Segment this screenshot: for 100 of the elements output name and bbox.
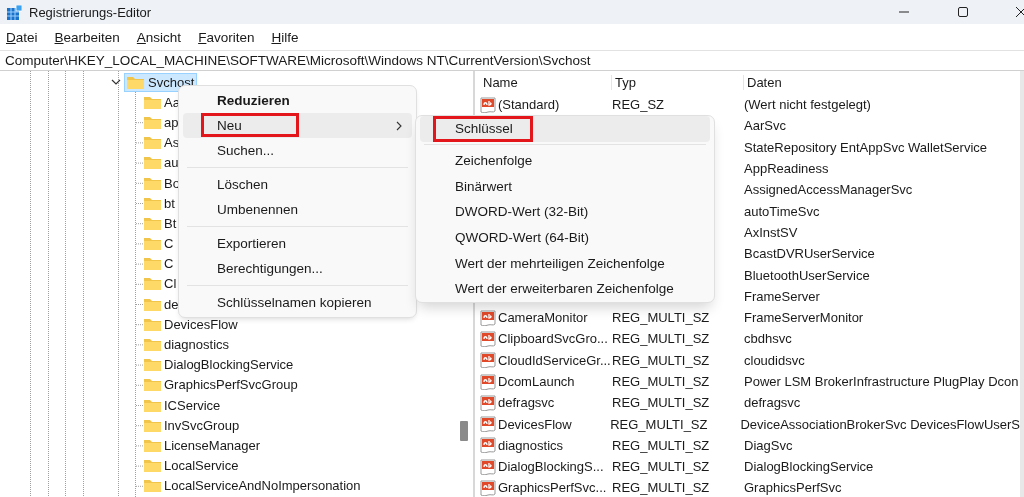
maximize-icon[interactable] [957, 6, 969, 18]
string-value-icon [480, 330, 496, 347]
menu-item[interactable]: Berechtigungen... [183, 256, 412, 281]
menu-item[interactable]: Favoriten [198, 29, 255, 45]
folder-icon [144, 479, 161, 493]
value-type: REG_MULTI_SZ [610, 416, 708, 432]
folder-icon [144, 95, 161, 109]
menu-item[interactable]: Schlüssel [420, 116, 710, 142]
tree-item[interactable]: DevicesFlow [164, 316, 238, 332]
string-value-icon [480, 416, 496, 433]
tree-item[interactable]: C [164, 256, 174, 272]
folder-icon [144, 196, 161, 210]
value-name[interactable]: GraphicsPerfSvc... [498, 480, 607, 496]
tree-item[interactable]: diagnostics [164, 337, 230, 353]
value-data: DialogBlockingService [744, 459, 874, 475]
tree-item[interactable]: LocalServiceAndNoImpersonation [164, 478, 361, 494]
value-data: AarSvc [744, 118, 786, 134]
menu-item[interactable]: Bearbeiten [54, 29, 120, 45]
folder-icon [144, 459, 161, 473]
folder-icon [144, 358, 161, 372]
folder-icon [144, 115, 161, 129]
folder-icon [144, 176, 161, 190]
menu-item[interactable]: Wert der mehrteiligen Zeichenfolge [420, 250, 710, 277]
string-value-icon [480, 437, 496, 454]
value-data: BluetoothUserService [744, 267, 870, 283]
menu-item[interactable]: Exportieren [183, 231, 412, 256]
value-type: REG_MULTI_SZ [612, 374, 710, 389]
value-data: cbdhsvc [744, 331, 792, 347]
scrollbar-thumb[interactable] [460, 421, 468, 441]
folder-icon [127, 75, 144, 89]
value-name[interactable]: CameraMonitor [498, 310, 588, 326]
value-name[interactable]: (Standard) [498, 97, 560, 113]
close-icon[interactable] [1015, 6, 1024, 18]
value-data: GraphicsPerfSvc [744, 480, 842, 496]
menu-item[interactable]: Schlüsselnamen kopieren [183, 290, 412, 315]
value-name[interactable]: CloudIdServiceGr... [498, 352, 611, 368]
column-header[interactable]: Daten [744, 75, 1020, 90]
value-data: StateRepository EntAppSvc WalletService [744, 139, 987, 155]
tree-item[interactable]: Cl [164, 276, 177, 292]
value-data: AxInstSV [744, 224, 798, 240]
folder-icon [144, 418, 161, 432]
value-data: defragsvc [744, 395, 801, 411]
value-name[interactable]: defragsvc [498, 395, 555, 411]
value-data: (Wert nicht festgelegt) [744, 97, 871, 113]
folder-icon [144, 338, 161, 352]
string-value-icon [480, 458, 496, 475]
registry-app-icon [7, 4, 22, 20]
string-value-icon [480, 394, 496, 411]
folder-icon [144, 136, 161, 150]
chevron-right-icon [396, 121, 402, 131]
value-name[interactable]: DialogBlockingS... [498, 459, 604, 475]
address-field[interactable]: Computer\HKEY_LOCAL_MACHINE\SOFTWARE\Microsoft\Windows NT\CurrentVersion\Svchost [0, 50, 1024, 71]
tree-item[interactable]: InvSvcGroup [164, 417, 240, 433]
value-type: REG_MULTI_SZ [612, 331, 710, 347]
value-type: REG_SZ [612, 97, 664, 113]
value-type: REG_MULTI_SZ [612, 310, 710, 326]
column-header[interactable]: Name [480, 75, 612, 90]
tree-item[interactable]: DialogBlockingService [164, 357, 294, 373]
folder-icon [144, 277, 161, 291]
tree-item[interactable]: ap [164, 114, 179, 130]
folder-icon [144, 237, 161, 251]
value-data: DeviceAssociationBrokerSvc DevicesFlowUserS [740, 416, 1020, 432]
menu-item[interactable]: Zeichenfolge [420, 147, 710, 174]
value-name[interactable]: DevicesFlow [498, 416, 572, 432]
tree-item[interactable]: LocalService [164, 458, 239, 474]
value-data: autoTimeSvc [744, 203, 820, 219]
value-data: FrameServer [744, 288, 820, 304]
tree-item[interactable]: As [164, 135, 180, 151]
value-name[interactable]: DcomLaunch [498, 374, 575, 389]
menu-item[interactable]: Wert der erweiterbaren Zeichenfolge [420, 276, 710, 302]
tree-item[interactable]: LicenseManager [164, 437, 261, 453]
menu-item[interactable]: Datei [6, 29, 38, 45]
tree-item[interactable]: ICService [164, 397, 221, 413]
tree-item[interactable]: au [164, 155, 179, 171]
value-data: BcastDVRUserService [744, 246, 875, 262]
string-value-icon [480, 309, 496, 326]
value-name[interactable]: diagnostics [498, 437, 564, 453]
menu-item[interactable]: QWORD-Wert (64-Bit) [420, 224, 710, 251]
menu-item[interactable]: Hilfe [271, 29, 299, 45]
menu-item[interactable]: Neu [183, 113, 412, 138]
menu-item[interactable]: Binärwert [420, 173, 710, 200]
column-header[interactable]: Typ [612, 75, 744, 90]
value-data: Power LSM BrokerInfrastructure PlugPlay Dcon [744, 374, 1019, 389]
tree-item[interactable]: Bt [164, 215, 177, 231]
window-title: Registrierungs-Editor [29, 4, 152, 20]
folder-icon [144, 216, 161, 230]
value-type: REG_MULTI_SZ [612, 480, 710, 496]
tree-item[interactable]: de [164, 296, 179, 312]
folder-icon [144, 438, 161, 452]
menu-item[interactable]: DWORD-Wert (32-Bit) [420, 199, 710, 225]
menu-item[interactable]: Löschen [183, 172, 412, 197]
tree-item[interactable]: C [164, 236, 174, 252]
value-name[interactable]: ClipboardSvcGro... [498, 331, 608, 347]
menu-item[interactable]: Ansicht [136, 29, 182, 45]
tree-item[interactable]: GraphicsPerfSvcGroup [164, 377, 298, 393]
folder-icon [144, 317, 161, 331]
menu-item[interactable]: Umbenennen [183, 197, 412, 222]
menu-item[interactable]: Suchen... [183, 138, 412, 163]
tree-item[interactable]: bt [164, 195, 175, 211]
chevron-icon[interactable] [111, 79, 121, 86]
